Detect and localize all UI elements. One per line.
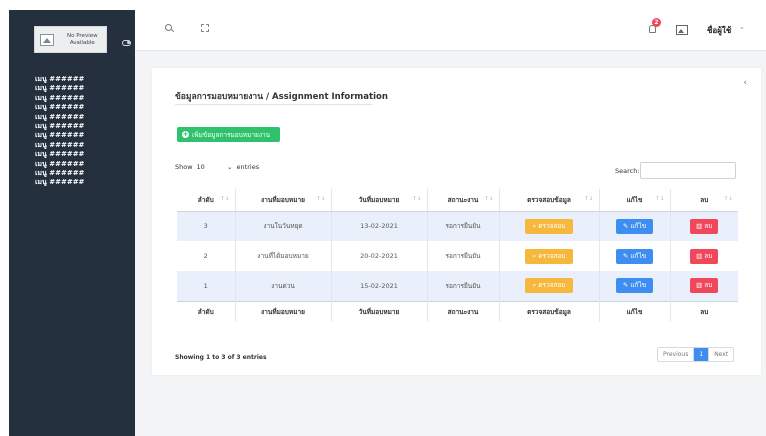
entries-value: 10 [196, 163, 205, 171]
sidebar-item[interactable]: เมนู ###### [35, 169, 84, 178]
column-footer: สถานะงาน [426, 300, 499, 322]
column-footer: ตรวจสอบข้อมูล [498, 300, 599, 322]
main-content: ‹ ข้อมูลการมอบหมายงาน / Assignment Infor… [135, 51, 766, 436]
sidebar-item[interactable]: เมนู ###### [35, 131, 84, 140]
show-label: Show [175, 163, 193, 171]
entries-select[interactable]: 10 ⌄ [197, 163, 233, 171]
logo-text: No Preview Available [66, 33, 98, 46]
sidebar-item[interactable]: เมนู ###### [35, 160, 84, 169]
check-button[interactable]: ⌕ ตรวจสอบ [525, 248, 573, 264]
column-header[interactable]: ลำดับ ↑↓ [177, 189, 235, 212]
sort-icon: ↑↓ [655, 196, 665, 202]
sidebar-item[interactable]: เมนู ###### [35, 178, 84, 187]
table-footer-row: ลำดับ งานที่มอบหมาย วันที่มอบหมาย สถานะง… [177, 300, 738, 322]
top-header: 2 ชื่อผู้ใช้ ⌄ [135, 10, 766, 51]
sort-icon: ↑↓ [484, 196, 494, 202]
previous-button[interactable]: Previous [658, 348, 693, 361]
notification-badge: 2 [652, 18, 661, 27]
chevron-down-icon[interactable]: ⌄ [739, 23, 745, 31]
assign-date: 20-02-2021 [330, 241, 427, 271]
row-number: 2 [177, 241, 235, 271]
image-placeholder-icon [40, 33, 54, 46]
column-header[interactable]: ลบ ↑↓ [669, 189, 738, 212]
delete-button[interactable]: ▥ ลบ [690, 218, 719, 234]
sidebar-menu: เมนู ###### เมนู ###### เมนู ###### เมนู… [35, 75, 84, 188]
chevron-down-icon: ⌄ [227, 163, 233, 171]
column-footer: ลำดับ [177, 300, 235, 322]
sidebar-item[interactable]: เมนู ###### [35, 103, 84, 112]
avatar[interactable] [676, 25, 688, 35]
check-button[interactable]: ⌕ ตรวจสอบ [525, 218, 573, 234]
column-header[interactable]: แก้ไข ↑↓ [598, 189, 670, 212]
column-footer: งานที่มอบหมาย [234, 300, 331, 322]
table-header-row: ลำดับ ↑↓ งานที่มอบหมาย ↑↓ วันที่มอบหมาย ↑↓ … [177, 189, 738, 212]
column-header[interactable]: ตรวจสอบข้อมูล ↑↓ [498, 189, 599, 212]
page-title: ข้อมูลการมอบหมายงาน / Assignment Informa… [175, 92, 388, 102]
edit-button[interactable]: ✎ แก้ไข [616, 278, 653, 294]
title-divider [175, 104, 372, 105]
column-footer: แก้ไข [598, 300, 670, 322]
table-row: 3 งานในวันหยุด 13-02-2021 รอการยืนยัน ⌕ … [177, 211, 738, 241]
fullscreen-icon[interactable] [201, 24, 209, 32]
task-status: รอการยืนยัน [426, 241, 499, 271]
sort-icon: ↑↓ [412, 196, 422, 202]
sidebar-toggle-icon[interactable] [122, 40, 131, 46]
row-number: 1 [177, 271, 235, 301]
sort-icon: ↑↓ [584, 196, 594, 202]
column-header[interactable]: วันที่มอบหมาย ↑↓ [330, 189, 427, 212]
chevron-left-icon[interactable]: ‹ [743, 78, 747, 88]
pagination: Previous 1 Next [657, 347, 735, 362]
search-input[interactable] [640, 162, 736, 179]
sidebar-item[interactable]: เมนู ###### [35, 122, 84, 131]
assignment-table: ลำดับ ↑↓ งานที่มอบหมาย ↑↓ วันที่มอบหมาย ↑↓ … [177, 189, 738, 322]
sidebar-item[interactable]: เมนู ###### [35, 113, 84, 122]
page-button[interactable]: 1 [693, 348, 709, 361]
column-header[interactable]: งานที่มอบหมาย ↑↓ [234, 189, 331, 212]
task-name: งานในวันหยุด [234, 211, 331, 241]
top-strip [0, 0, 766, 10]
logo[interactable]: No Preview Available [34, 26, 107, 53]
sidebar-item[interactable]: เมนู ###### [35, 75, 84, 84]
sidebar-item[interactable]: เมนู ###### [35, 150, 84, 159]
entries-label: entries [236, 163, 260, 171]
delete-button[interactable]: ▥ ลบ [690, 278, 719, 294]
add-assignment-label: เพิ่มข้อมูลการมอบหมายงาน [192, 130, 271, 139]
entries-control: Show 10 ⌄ entries [175, 163, 259, 171]
sort-icon: ↑↓ [220, 196, 230, 202]
sidebar: No Preview Available เมนู ###### เมนู ##… [9, 10, 135, 436]
sidebar-item[interactable]: เมนู ###### [35, 84, 84, 93]
row-number: 3 [177, 211, 235, 241]
table-info: Showing 1 to 3 of 3 entries [175, 354, 267, 361]
assignment-card: ‹ ข้อมูลการมอบหมายงาน / Assignment Infor… [152, 68, 761, 375]
check-button[interactable]: ⌕ ตรวจสอบ [525, 278, 573, 294]
task-name: งานที่ได้มอบหมาย [234, 241, 331, 271]
table-row: 1 งานด่วน 15-02-2021 รอการยืนยัน ⌕ ตรวจส… [177, 271, 738, 301]
search-label: Search: [615, 167, 640, 175]
username[interactable]: ชื่อผู้ใช้ [707, 24, 731, 37]
search-icon[interactable] [165, 24, 172, 31]
edit-button[interactable]: ✎ แก้ไข [616, 218, 653, 234]
column-header[interactable]: สถานะงาน ↑↓ [426, 189, 499, 212]
edit-button[interactable]: ✎ แก้ไข [616, 248, 653, 264]
plus-circle-icon: + [182, 130, 189, 138]
add-assignment-button[interactable]: + เพิ่มข้อมูลการมอบหมายงาน [177, 127, 280, 142]
task-status: รอการยืนยัน [426, 271, 499, 301]
sidebar-item[interactable]: เมนู ###### [35, 94, 84, 103]
assign-date: 13-02-2021 [330, 211, 427, 241]
column-footer: ลบ [669, 300, 738, 322]
sort-icon: ↑↓ [316, 196, 326, 202]
sidebar-item[interactable]: เมนู ###### [35, 141, 84, 150]
sort-icon: ↑↓ [723, 196, 733, 202]
delete-button[interactable]: ▥ ลบ [690, 248, 719, 264]
column-footer: วันที่มอบหมาย [330, 300, 427, 322]
table-row: 2 งานที่ได้มอบหมาย 20-02-2021 รอการยืนยั… [177, 241, 738, 271]
task-status: รอการยืนยัน [426, 211, 499, 241]
next-button[interactable]: Next [708, 348, 733, 361]
task-name: งานด่วน [234, 271, 331, 301]
assign-date: 15-02-2021 [330, 271, 427, 301]
